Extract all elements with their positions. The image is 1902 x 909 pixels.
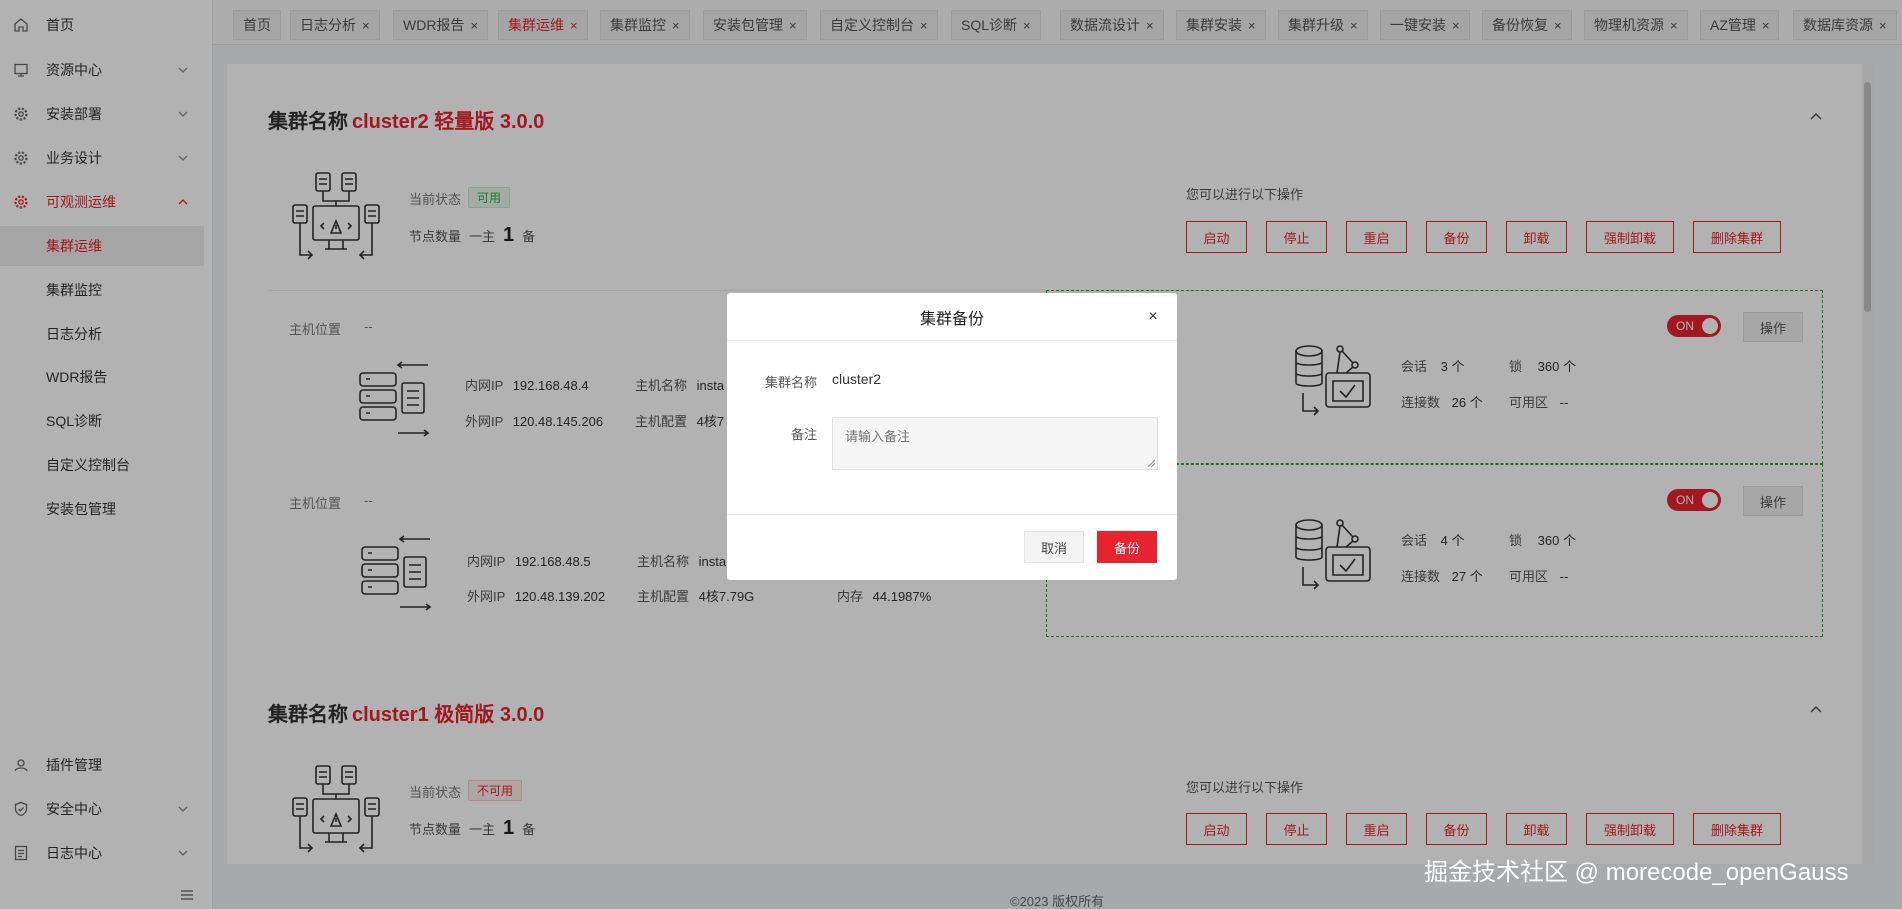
dialog-footer-divider bbox=[727, 514, 1177, 515]
cluster-name-label: 集群名称 bbox=[764, 375, 817, 390]
backup-dialog: 集群备份 × 集群名称 cluster2 备注 取消 备份 bbox=[727, 293, 1177, 580]
cluster-name-value: cluster2 bbox=[832, 371, 882, 387]
resize-grip-icon[interactable] bbox=[1147, 459, 1156, 468]
remark-textarea[interactable] bbox=[832, 417, 1158, 470]
remark-label: 备注 bbox=[790, 427, 817, 442]
close-icon[interactable]: × bbox=[1144, 308, 1162, 326]
watermark: 掘金技术社区 @ morecode_openGauss bbox=[1424, 859, 1849, 886]
confirm-backup-button[interactable]: 备份 bbox=[1097, 531, 1157, 563]
dialog-title: 集群备份 bbox=[727, 293, 1177, 341]
cancel-button[interactable]: 取消 bbox=[1024, 531, 1084, 563]
